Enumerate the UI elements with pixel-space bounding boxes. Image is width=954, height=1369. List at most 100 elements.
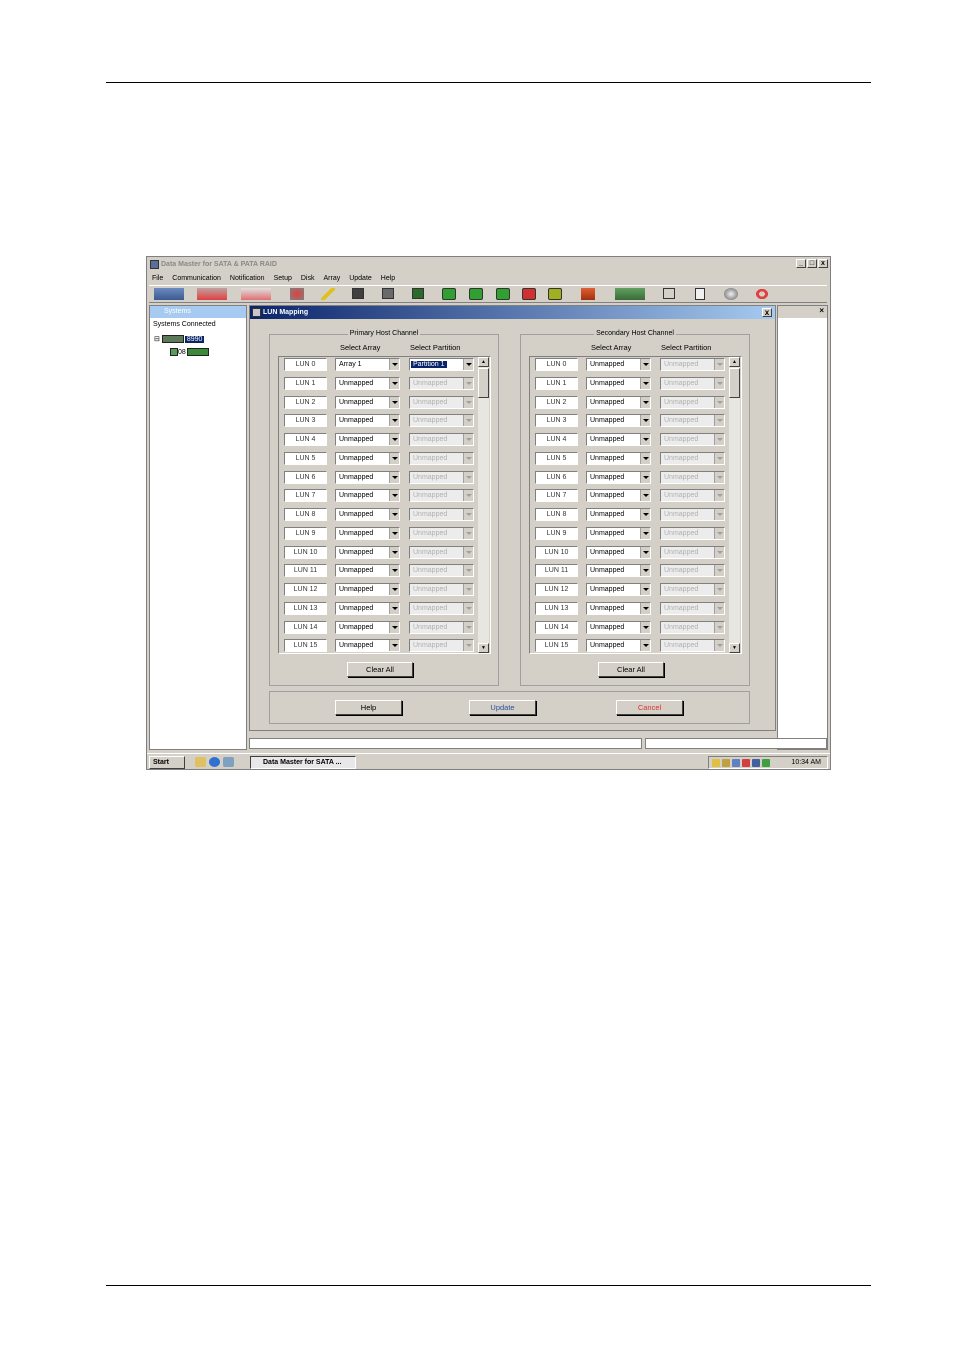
chevron-down-icon[interactable] bbox=[640, 509, 650, 520]
select-array-dropdown[interactable]: Unmapped bbox=[586, 526, 651, 540]
scroll-down-icon[interactable]: ▼ bbox=[478, 643, 489, 653]
chevron-down-icon[interactable] bbox=[389, 509, 399, 520]
update-button[interactable]: Update bbox=[469, 700, 536, 715]
chevron-down-icon[interactable] bbox=[389, 396, 399, 408]
chevron-down-icon[interactable] bbox=[389, 471, 399, 483]
select-array-dropdown[interactable]: Unmapped bbox=[335, 601, 400, 615]
chevron-down-icon[interactable] bbox=[640, 452, 650, 464]
select-array-dropdown[interactable]: Unmapped bbox=[586, 564, 651, 578]
select-array-dropdown[interactable]: Unmapped bbox=[335, 451, 400, 465]
select-array-dropdown[interactable]: Unmapped bbox=[335, 545, 400, 559]
chevron-down-icon[interactable] bbox=[389, 546, 399, 558]
start-button[interactable]: Start bbox=[149, 756, 185, 769]
tree-node-child[interactable]: 08 bbox=[170, 348, 209, 356]
quick-launch-icon[interactable] bbox=[223, 757, 234, 767]
select-array-dropdown[interactable]: Array 1 bbox=[335, 358, 400, 371]
menu-help[interactable]: Help bbox=[381, 275, 395, 282]
scroll-up-icon[interactable]: ▲ bbox=[478, 357, 489, 367]
tray-icon-2[interactable] bbox=[722, 759, 730, 767]
select-array-dropdown[interactable]: Unmapped bbox=[586, 508, 651, 521]
monitor-icon[interactable] bbox=[412, 288, 424, 299]
chevron-down-icon[interactable] bbox=[640, 359, 650, 370]
chevron-down-icon[interactable] bbox=[640, 490, 650, 502]
tree-node-system[interactable]: ⊟ 8990 bbox=[154, 335, 205, 343]
chevron-down-icon[interactable] bbox=[640, 377, 650, 389]
array-yellow-icon[interactable] bbox=[548, 288, 562, 300]
array-green-icon-3[interactable] bbox=[496, 288, 510, 300]
network-icon[interactable] bbox=[615, 288, 645, 300]
scroll-down-icon[interactable]: ▼ bbox=[729, 643, 740, 653]
select-array-dropdown[interactable]: Unmapped bbox=[335, 508, 400, 521]
tray-icon-4[interactable] bbox=[742, 759, 750, 767]
select-array-dropdown[interactable]: Unmapped bbox=[586, 451, 651, 465]
select-array-dropdown[interactable]: Unmapped bbox=[586, 470, 651, 484]
taskbar-item-data-master[interactable]: Data Master for SATA ... bbox=[250, 756, 356, 769]
primary-scrollbar[interactable]: ▲ ▼ bbox=[478, 357, 489, 653]
chevron-down-icon[interactable] bbox=[389, 452, 399, 464]
menu-notification[interactable]: Notification bbox=[230, 275, 265, 282]
menu-communication[interactable]: Communication bbox=[172, 275, 221, 282]
select-array-dropdown[interactable]: Unmapped bbox=[586, 639, 651, 653]
chevron-down-icon[interactable] bbox=[389, 602, 399, 614]
select-array-dropdown[interactable]: Unmapped bbox=[586, 395, 651, 409]
select-array-dropdown[interactable]: Unmapped bbox=[586, 433, 651, 446]
chevron-down-icon[interactable] bbox=[389, 527, 399, 539]
browser-icon[interactable] bbox=[209, 757, 220, 767]
chevron-down-icon[interactable] bbox=[389, 621, 399, 633]
menu-disk[interactable]: Disk bbox=[301, 275, 315, 282]
select-array-dropdown[interactable]: Unmapped bbox=[335, 526, 400, 540]
chevron-down-icon[interactable] bbox=[389, 377, 399, 389]
chevron-down-icon[interactable] bbox=[640, 396, 650, 408]
disconnect-system-icon[interactable] bbox=[197, 288, 227, 300]
close-button[interactable]: x bbox=[818, 259, 828, 268]
select-array-dropdown[interactable]: Unmapped bbox=[586, 489, 651, 503]
secondary-clear-all-button[interactable]: Clear All bbox=[598, 662, 664, 677]
chevron-down-icon[interactable] bbox=[389, 490, 399, 502]
notification-off-icon[interactable] bbox=[290, 288, 304, 300]
chevron-down-icon[interactable] bbox=[389, 640, 399, 652]
select-array-dropdown[interactable]: Unmapped bbox=[335, 470, 400, 484]
remove-system-icon[interactable] bbox=[241, 288, 271, 300]
dialog-close-button[interactable]: x bbox=[762, 308, 772, 317]
chevron-down-icon[interactable] bbox=[389, 565, 399, 577]
pencil-icon[interactable] bbox=[321, 288, 335, 300]
select-array-dropdown[interactable]: Unmapped bbox=[335, 564, 400, 578]
select-partition-dropdown[interactable]: Partition 1 bbox=[409, 358, 474, 371]
tray-icon-3[interactable] bbox=[732, 759, 740, 767]
minimize-button[interactable]: _ bbox=[796, 259, 806, 268]
help-book-icon[interactable] bbox=[695, 288, 705, 300]
chevron-down-icon[interactable] bbox=[463, 359, 473, 370]
refresh-icon[interactable] bbox=[663, 288, 675, 299]
array-green-icon-1[interactable] bbox=[442, 288, 456, 300]
select-array-dropdown[interactable]: Unmapped bbox=[586, 620, 651, 634]
secondary-scrollbar[interactable]: ▲ ▼ bbox=[729, 357, 740, 653]
tray-icon-5[interactable] bbox=[752, 759, 760, 767]
select-array-dropdown[interactable]: Unmapped bbox=[586, 583, 651, 596]
tray-icon-6[interactable] bbox=[762, 759, 770, 767]
chevron-down-icon[interactable] bbox=[389, 434, 399, 445]
menu-setup[interactable]: Setup bbox=[274, 275, 292, 282]
chevron-down-icon[interactable] bbox=[640, 602, 650, 614]
select-array-dropdown[interactable]: Unmapped bbox=[335, 433, 400, 446]
scroll-thumb[interactable] bbox=[729, 368, 740, 398]
maximize-button[interactable]: □ bbox=[807, 259, 817, 268]
tray-icon-1[interactable] bbox=[712, 759, 720, 767]
menu-array[interactable]: Array bbox=[323, 275, 340, 282]
chevron-down-icon[interactable] bbox=[640, 621, 650, 633]
select-array-dropdown[interactable]: Unmapped bbox=[586, 601, 651, 615]
select-array-dropdown[interactable]: Unmapped bbox=[335, 376, 400, 390]
chevron-down-icon[interactable] bbox=[389, 584, 399, 595]
select-array-dropdown[interactable]: Unmapped bbox=[335, 639, 400, 653]
array-green-icon-2[interactable] bbox=[469, 288, 483, 300]
select-array-dropdown[interactable]: Unmapped bbox=[586, 358, 651, 371]
select-array-dropdown[interactable]: Unmapped bbox=[335, 489, 400, 503]
chevron-down-icon[interactable] bbox=[640, 546, 650, 558]
firmware-update-icon[interactable] bbox=[581, 288, 595, 300]
select-array-dropdown[interactable]: Unmapped bbox=[335, 395, 400, 409]
menu-update[interactable]: Update bbox=[349, 275, 372, 282]
chevron-down-icon[interactable] bbox=[640, 527, 650, 539]
chevron-down-icon[interactable] bbox=[389, 415, 399, 427]
select-array-dropdown[interactable]: Unmapped bbox=[586, 376, 651, 390]
select-array-dropdown[interactable]: Unmapped bbox=[335, 583, 400, 596]
disk-list-icon[interactable] bbox=[382, 288, 394, 299]
